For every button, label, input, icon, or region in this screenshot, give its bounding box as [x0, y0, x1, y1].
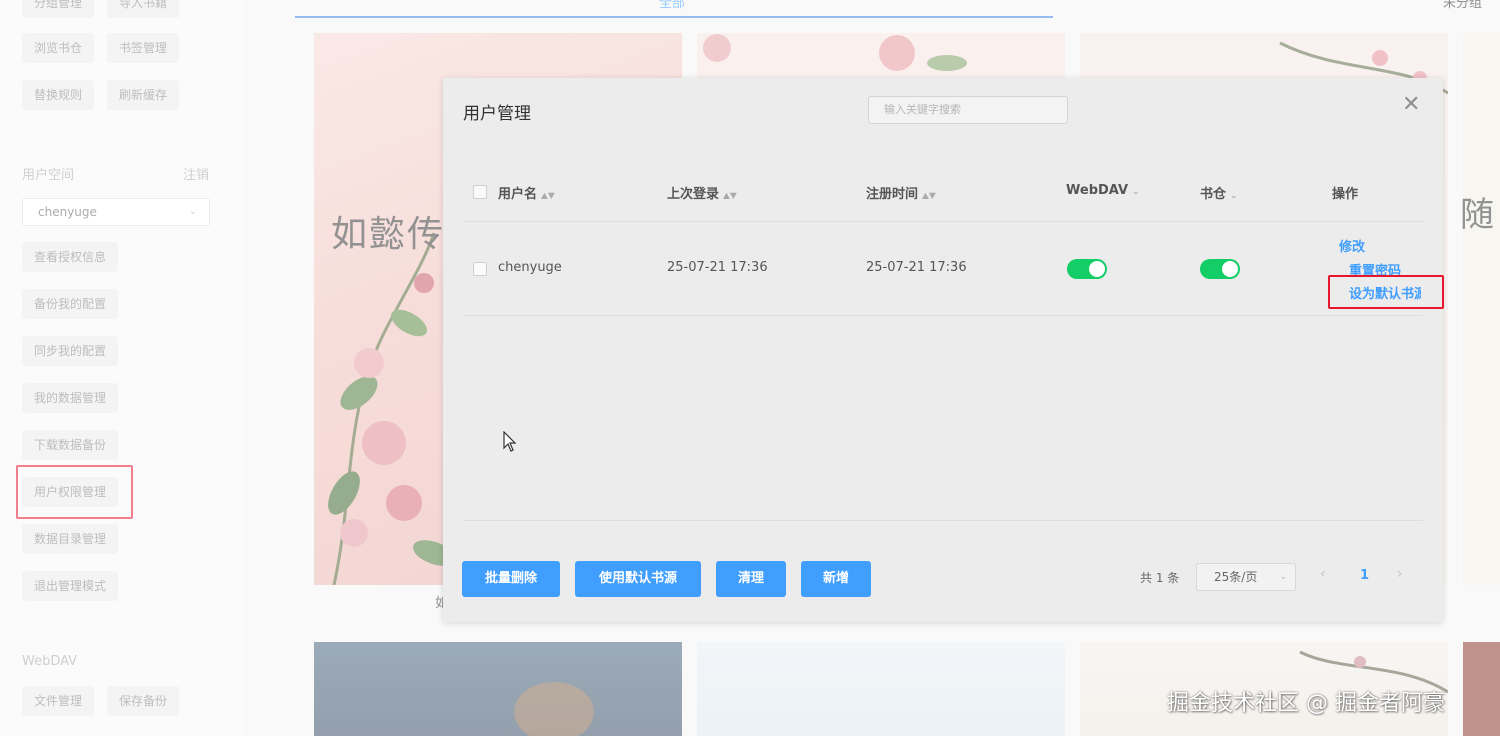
column-header-label: 上次登录	[667, 187, 720, 202]
column-header-bookstore[interactable]: 书仓 ⌄	[1200, 183, 1238, 202]
sort-icon[interactable]: ▲▼	[922, 192, 936, 201]
column-header-register-time[interactable]: 注册时间 ▲▼	[866, 183, 936, 202]
toggle-knob	[1222, 261, 1238, 277]
column-header-actions: 操作	[1332, 187, 1359, 202]
cell-register-time: 25-07-21 17:36	[866, 260, 967, 275]
add-button[interactable]: 新增	[801, 561, 871, 597]
filter-icon[interactable]: ⌄	[1230, 192, 1238, 201]
close-icon[interactable]: ✕	[1402, 94, 1420, 116]
current-page-number[interactable]: 1	[1360, 568, 1369, 583]
toggle-knob	[1089, 261, 1105, 277]
header-divider	[463, 221, 1423, 222]
dialog-title: 用户管理	[463, 104, 531, 124]
highlight-box-set-default-source	[1328, 275, 1444, 309]
sort-icon[interactable]: ▲▼	[541, 192, 555, 201]
column-header-webdav[interactable]: WebDAV ⌄	[1066, 183, 1140, 198]
filter-icon[interactable]: ⌄	[1132, 188, 1140, 197]
table-bottom-divider	[463, 520, 1423, 521]
user-management-dialog: 用户管理 输入关键字搜索 ✕ 用户名 ▲▼ 上次登录 ▲▼ 注册时间 ▲▼ WebDA…	[443, 78, 1444, 622]
page-size-value: 25条/页	[1214, 570, 1258, 584]
prev-page-icon[interactable]: ‹	[1320, 566, 1326, 582]
column-header-label: WebDAV	[1066, 183, 1129, 198]
row-checkbox[interactable]	[473, 262, 487, 276]
next-page-icon[interactable]: ›	[1397, 566, 1403, 582]
column-header-label: 用户名	[498, 187, 538, 202]
row-divider	[463, 315, 1423, 316]
cell-last-login: 25-07-21 17:36	[667, 260, 768, 275]
search-input[interactable]: 输入关键字搜索	[868, 96, 1068, 124]
use-default-source-button[interactable]: 使用默认书源	[575, 561, 701, 597]
select-all-checkbox[interactable]	[473, 185, 487, 199]
pagination-total: 共 1 条	[1140, 571, 1180, 585]
batch-delete-button[interactable]: 批量删除	[462, 561, 560, 597]
column-header-label: 注册时间	[866, 187, 919, 202]
clear-button[interactable]: 清理	[716, 561, 786, 597]
chevron-down-icon: ⌄	[1279, 572, 1287, 582]
webdav-toggle[interactable]	[1067, 259, 1107, 279]
cell-username: chenyuge	[498, 260, 562, 275]
column-header-label: 书仓	[1200, 187, 1227, 202]
column-header-username[interactable]: 用户名 ▲▼	[498, 183, 555, 202]
sort-icon[interactable]: ▲▼	[723, 192, 737, 201]
watermark: 掘金技术社区 @ 掘金者阿豪	[1167, 691, 1445, 716]
edit-link[interactable]: 修改	[1339, 236, 1365, 255]
page-size-select[interactable]: 25条/页 ⌄	[1196, 563, 1296, 591]
bookstore-toggle[interactable]	[1200, 259, 1240, 279]
column-header-last-login[interactable]: 上次登录 ▲▼	[667, 183, 737, 202]
mouse-cursor-icon	[503, 431, 517, 452]
